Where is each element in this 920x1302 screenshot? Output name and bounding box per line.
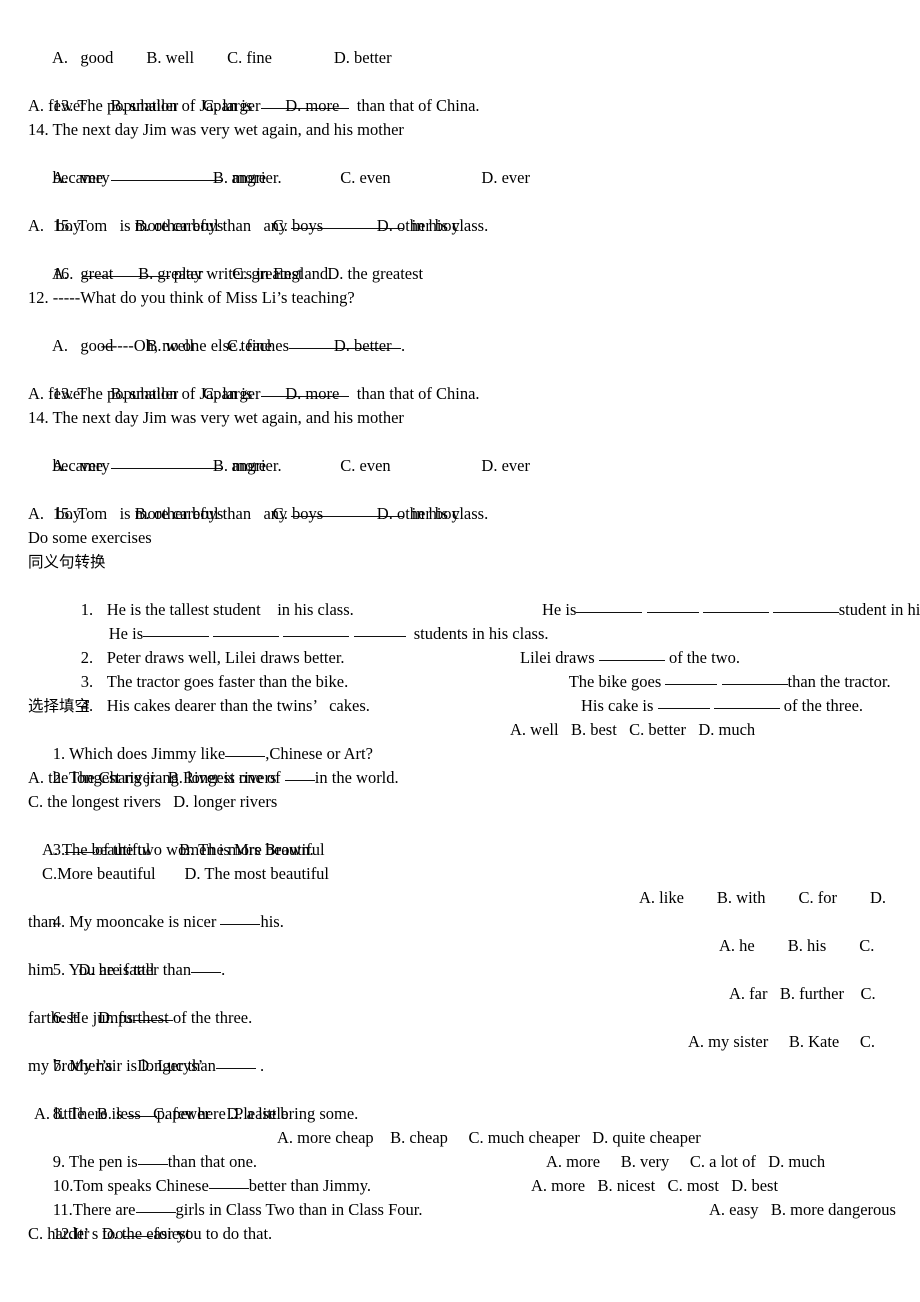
exercises-heading-english: Do some exercises: [28, 528, 152, 547]
c-q6-options: A. far B. further C.: [729, 984, 876, 1003]
block2-question-12-reply: ------Oh, no one else teaches.: [0, 310, 920, 355]
question-14-stem-line1: 14. The next day Jim was very wet again,…: [28, 120, 404, 139]
document-body: A. good B. well C. fine D. better 13. Th…: [0, 46, 920, 1246]
block2-question-13-options-line: A. fewer B. smaller C. larger D. more: [28, 384, 340, 403]
c-q9-options: A. more cheap B. cheap C. much cheaper D…: [277, 1128, 701, 1147]
question-14-options-line: A. very B. more C. even D. ever: [52, 168, 530, 187]
exercises-heading-chinese: 同义句转换: [28, 553, 106, 571]
question-13-stem-line: 13. The population of Japan is than that…: [0, 70, 920, 115]
block2-question-15-options-line: A. boy B. other boys C. boys D. other bo…: [28, 504, 460, 523]
c-q11-options: A. more B. nicest C. most D. best: [531, 1176, 779, 1195]
choice-question-3: 3. of the two women is Mrs Brown.: [0, 814, 920, 859]
c-q5-options: A. he B. his C.: [719, 936, 875, 955]
block2-question-14-options-line: A. very B. more C. even D. ever: [52, 456, 530, 475]
block2-question-13-stem: 13. The population of Japan is than that…: [0, 358, 920, 403]
choice-question-11: 11.There are girls in Class Two than in C…: [0, 1174, 920, 1219]
choice-question-3-options-line2: C.More beautiful D. The most beautiful: [42, 864, 330, 883]
choice-question-5-options-wrap: him D. he is tall: [28, 960, 155, 979]
question-16-stem-line: 16. play writers in England.: [0, 238, 920, 283]
choice-question-4: 4. My mooncake is nicer his. A. like B. …: [0, 886, 920, 931]
question-15-stem-line: 15. Tom is more careful than any in his …: [0, 190, 920, 235]
c-q7-options: A. my sister B. Kate C.: [688, 1032, 875, 1051]
choice-question-6: 6. He jumps of the three. A. far B. furth…: [0, 982, 920, 1027]
choice-question-4-options-wrap: than: [28, 912, 57, 931]
block2-question-14-stem-line2: became angrier.: [0, 430, 920, 475]
question-16-options-line: A. great B. greater C. greatest D. the g…: [52, 264, 424, 283]
question-12-options-line: A. good B. well C. fine D. better: [52, 48, 392, 67]
c-q1-options: A. well B. best C. better D. much: [510, 720, 756, 739]
worksheet-page: A. good B. well C. fine D. better 13. Th…: [0, 0, 920, 1302]
block2-question-14-stem-line1: 14. The next day Jim was very wet again,…: [28, 408, 404, 427]
choice-heading-chinese: 选择填空: [28, 697, 91, 715]
choice-question-9: 9. The pen is than that one. A. more chea…: [0, 1126, 920, 1171]
choice-question-8-options: A. little B. less C. fewer D. a little: [34, 1104, 289, 1123]
choice-question-2-options-line1: A. the longest river B. longest rivers: [28, 768, 277, 787]
transform-item-2: 2. Peter draws well, Lilei draws better. …: [0, 622, 920, 667]
choice-question-6-options-wrap: farthest D. furthest: [28, 1008, 169, 1027]
block2-question-15-stem: 15. Tom is more careful than any in his …: [0, 478, 920, 523]
choice-question-3-options-line1: A. The beautiful B. The more beautiful: [42, 840, 325, 859]
c-q12-options: A. easy B. more dangerous: [709, 1200, 896, 1219]
choice-question-7-options-wrap: my brother’s D. Lucys’: [28, 1056, 204, 1075]
transform-item-4: 4. His cakes dearer than the twins’ cakes…: [0, 670, 920, 715]
choice-question-12: 12.It’ s too for you to do that. A. easy …: [0, 1198, 920, 1243]
question-14-stem-line2: became angrier.: [0, 142, 920, 187]
question-15-options-line: A. boy B. other boys C. boys D. other bo…: [28, 216, 460, 235]
choice-question-1: 1. Which does Jimmy like ,Chinese or Art?…: [0, 718, 920, 763]
choice-question-12-options-wrap: C. harder D. the easiest: [28, 1224, 191, 1243]
choice-question-10: 10.Tom speaks Chinese better than Jimmy. …: [0, 1150, 920, 1195]
c-q4-options: A. like B. with C. for D.: [639, 888, 887, 907]
block2-question-12-options-line: A. good B. well C. fine D. better: [52, 336, 392, 355]
choice-question-8: 8. There is paper here .Please bring som…: [0, 1078, 920, 1123]
c-q10-options: A. more B. very C. a lot of D. much: [546, 1152, 826, 1171]
choice-question-2: 2. The Chang jiang River is one of in th…: [0, 742, 920, 787]
transform-item-3: 3. The tractor goes faster than the bike.…: [0, 646, 920, 691]
choice-question-7: 7. My hair is longer than . A. my sister…: [0, 1030, 920, 1075]
transform-item-1: 1. He is the tallest student in his class…: [0, 574, 920, 619]
question-13-options-line: A. fewer B. smaller C. larger D. more: [28, 96, 340, 115]
block2-question-12-stem: 12. -----What do you think of Miss Li’s …: [28, 288, 355, 307]
choice-question-2-options-line2: C. the longest rivers D. longer rivers: [28, 792, 278, 811]
transform-item-1-sub: He is students in his class.: [0, 598, 920, 643]
choice-question-5: 5. You are fatter than. A. he B. his C.: [0, 934, 920, 979]
